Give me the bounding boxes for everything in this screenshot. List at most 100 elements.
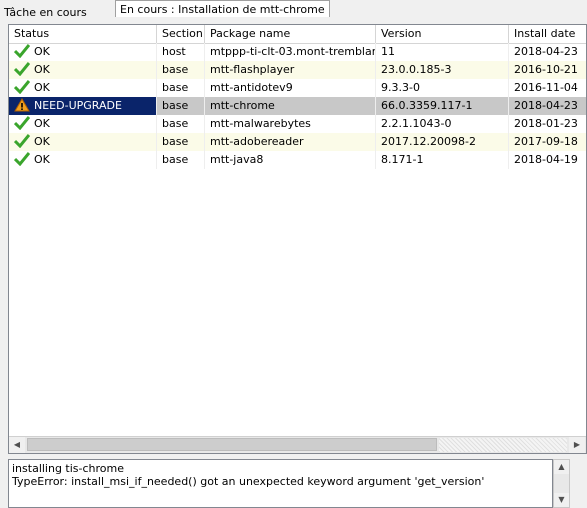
package-name-cell: mtppp-ti-clt-03.mont-tremblan... — [205, 43, 376, 61]
version-text: 9.3.3-0 — [381, 81, 420, 94]
install-date-text: 2016-10-21 — [514, 63, 578, 76]
check-icon — [13, 80, 31, 95]
install-date-text: 2018-04-23 — [514, 45, 578, 58]
section-text: base — [162, 153, 189, 166]
table-row[interactable]: OK base mtt-antidotev9 9.3.3-0 2016-11-04 — [9, 79, 586, 97]
install-date-cell: 2017-09-18 — [509, 133, 586, 151]
status-cell: OK — [9, 79, 157, 97]
warning-icon — [14, 98, 30, 112]
install-date-text: 2017-09-18 — [514, 135, 578, 148]
version-text: 2017.12.20098-2 — [381, 135, 476, 148]
section-text: base — [162, 117, 189, 130]
section-cell: base — [157, 133, 205, 151]
status-text: OK — [34, 81, 50, 94]
install-date-text: 2016-11-04 — [514, 81, 578, 94]
version-cell: 11 — [376, 43, 509, 61]
section-cell: base — [157, 97, 205, 115]
column-header-section[interactable]: Section — [157, 25, 205, 43]
status-text: OK — [34, 135, 50, 148]
scroll-down-icon[interactable]: ▼ — [554, 493, 569, 507]
status-cell: OK — [9, 133, 157, 151]
status-text: OK — [34, 45, 50, 58]
package-name-text: mtt-malwarebytes — [210, 117, 311, 130]
section-cell: base — [157, 115, 205, 133]
column-header-status[interactable]: Status — [9, 25, 157, 43]
check-icon — [13, 152, 31, 167]
section-cell: base — [157, 151, 205, 169]
version-text: 8.171-1 — [381, 153, 424, 166]
status-cell: OK — [9, 151, 157, 169]
package-name-cell: mtt-adobereader — [205, 133, 376, 151]
section-cell: base — [157, 61, 205, 79]
package-name-text: mtppp-ti-clt-03.mont-tremblan... — [210, 45, 376, 58]
table-row[interactable]: OK base mtt-java8 8.171-1 2018-04-19 — [9, 151, 586, 169]
tab-in-progress[interactable]: En cours : Installation de mtt-chrome (t… — [115, 0, 330, 17]
status-text: NEED-UPGRADE — [34, 99, 122, 112]
section-text: base — [162, 81, 189, 94]
section-text: base — [162, 135, 189, 148]
check-icon — [13, 44, 31, 59]
package-name-cell: mtt-java8 — [205, 151, 376, 169]
package-name-text: mtt-java8 — [210, 153, 264, 166]
grid-header: Status Section Package name Version Inst… — [9, 25, 586, 44]
install-date-cell: 2018-04-23 — [509, 97, 586, 115]
package-name-text: mtt-flashplayer — [210, 63, 295, 76]
tab-bar: Tâche en cours En cours : Installation d… — [0, 0, 587, 24]
install-date-cell: 2016-11-04 — [509, 79, 586, 97]
version-cell: 8.171-1 — [376, 151, 509, 169]
packages-grid[interactable]: Status Section Package name Version Inst… — [8, 24, 587, 454]
column-header-package[interactable]: Package name — [205, 25, 376, 43]
status-cell: NEED-UPGRADE — [9, 97, 157, 115]
package-name-cell: mtt-antidotev9 — [205, 79, 376, 97]
install-date-cell: 2018-04-23 — [509, 43, 586, 61]
version-cell: 2017.12.20098-2 — [376, 133, 509, 151]
status-text: OK — [34, 117, 50, 130]
scroll-right-icon[interactable]: ▶ — [569, 437, 585, 453]
version-text: 2.2.1.1043-0 — [381, 117, 452, 130]
package-name-cell: mtt-chrome — [205, 97, 376, 115]
version-cell: 23.0.0.185-3 — [376, 61, 509, 79]
check-icon — [13, 134, 31, 149]
install-date-text: 2018-04-19 — [514, 153, 578, 166]
section-text: base — [162, 99, 189, 112]
column-header-version[interactable]: Version — [376, 25, 509, 43]
section-text: host — [162, 45, 186, 58]
install-date-cell: 2018-04-19 — [509, 151, 586, 169]
section-text: base — [162, 63, 189, 76]
status-cell: OK — [9, 115, 157, 133]
status-text: OK — [34, 153, 50, 166]
horizontal-scrollbar[interactable]: ◀ ▶ — [9, 436, 586, 453]
check-icon — [13, 62, 31, 77]
status-cell: OK — [9, 43, 157, 61]
install-date-text: 2018-04-23 — [514, 99, 578, 112]
scroll-up-icon[interactable]: ▲ — [554, 460, 569, 474]
table-row[interactable]: OK base mtt-malwarebytes 2.2.1.1043-0 2018-0… — [9, 115, 586, 133]
scrollbar-thumb[interactable] — [27, 438, 437, 451]
table-row[interactable]: OK host mtppp-ti-clt-03.mont-tremblan... 11… — [9, 43, 586, 61]
scrollbar-track[interactable] — [439, 438, 567, 452]
check-icon — [13, 116, 31, 131]
version-text: 23.0.0.185-3 — [381, 63, 452, 76]
version-text: 11 — [381, 45, 395, 58]
section-cell: base — [157, 79, 205, 97]
version-cell: 66.0.3359.117-1 — [376, 97, 509, 115]
scroll-left-icon[interactable]: ◀ — [9, 437, 25, 453]
table-row[interactable]: NEED-UPGRADE base mtt-chrome 66.0.3359.117-… — [9, 97, 586, 115]
version-cell: 2.2.1.1043-0 — [376, 115, 509, 133]
package-name-text: mtt-chrome — [210, 99, 275, 112]
table-row[interactable]: OK base mtt-adobereader 2017.12.20098-2 2017… — [9, 133, 586, 151]
version-text: 66.0.3359.117-1 — [381, 99, 473, 112]
log-line: installing tis-chrome — [12, 462, 125, 475]
log-vertical-scrollbar[interactable]: ▲ ▼ — [553, 459, 570, 508]
status-cell: OK — [9, 61, 157, 79]
log-output[interactable]: installing tis-chrome TypeError: install… — [8, 459, 553, 508]
section-cell: host — [157, 43, 205, 61]
tab-current-task[interactable]: Tâche en cours — [4, 6, 87, 19]
package-name-text: mtt-adobereader — [210, 135, 304, 148]
version-cell: 9.3.3-0 — [376, 79, 509, 97]
package-name-cell: mtt-malwarebytes — [205, 115, 376, 133]
install-date-cell: 2018-01-23 — [509, 115, 586, 133]
table-row[interactable]: OK base mtt-flashplayer 23.0.0.185-3 2016-10… — [9, 61, 586, 79]
install-date-text: 2018-01-23 — [514, 117, 578, 130]
column-header-install-date[interactable]: Install date — [509, 25, 586, 43]
